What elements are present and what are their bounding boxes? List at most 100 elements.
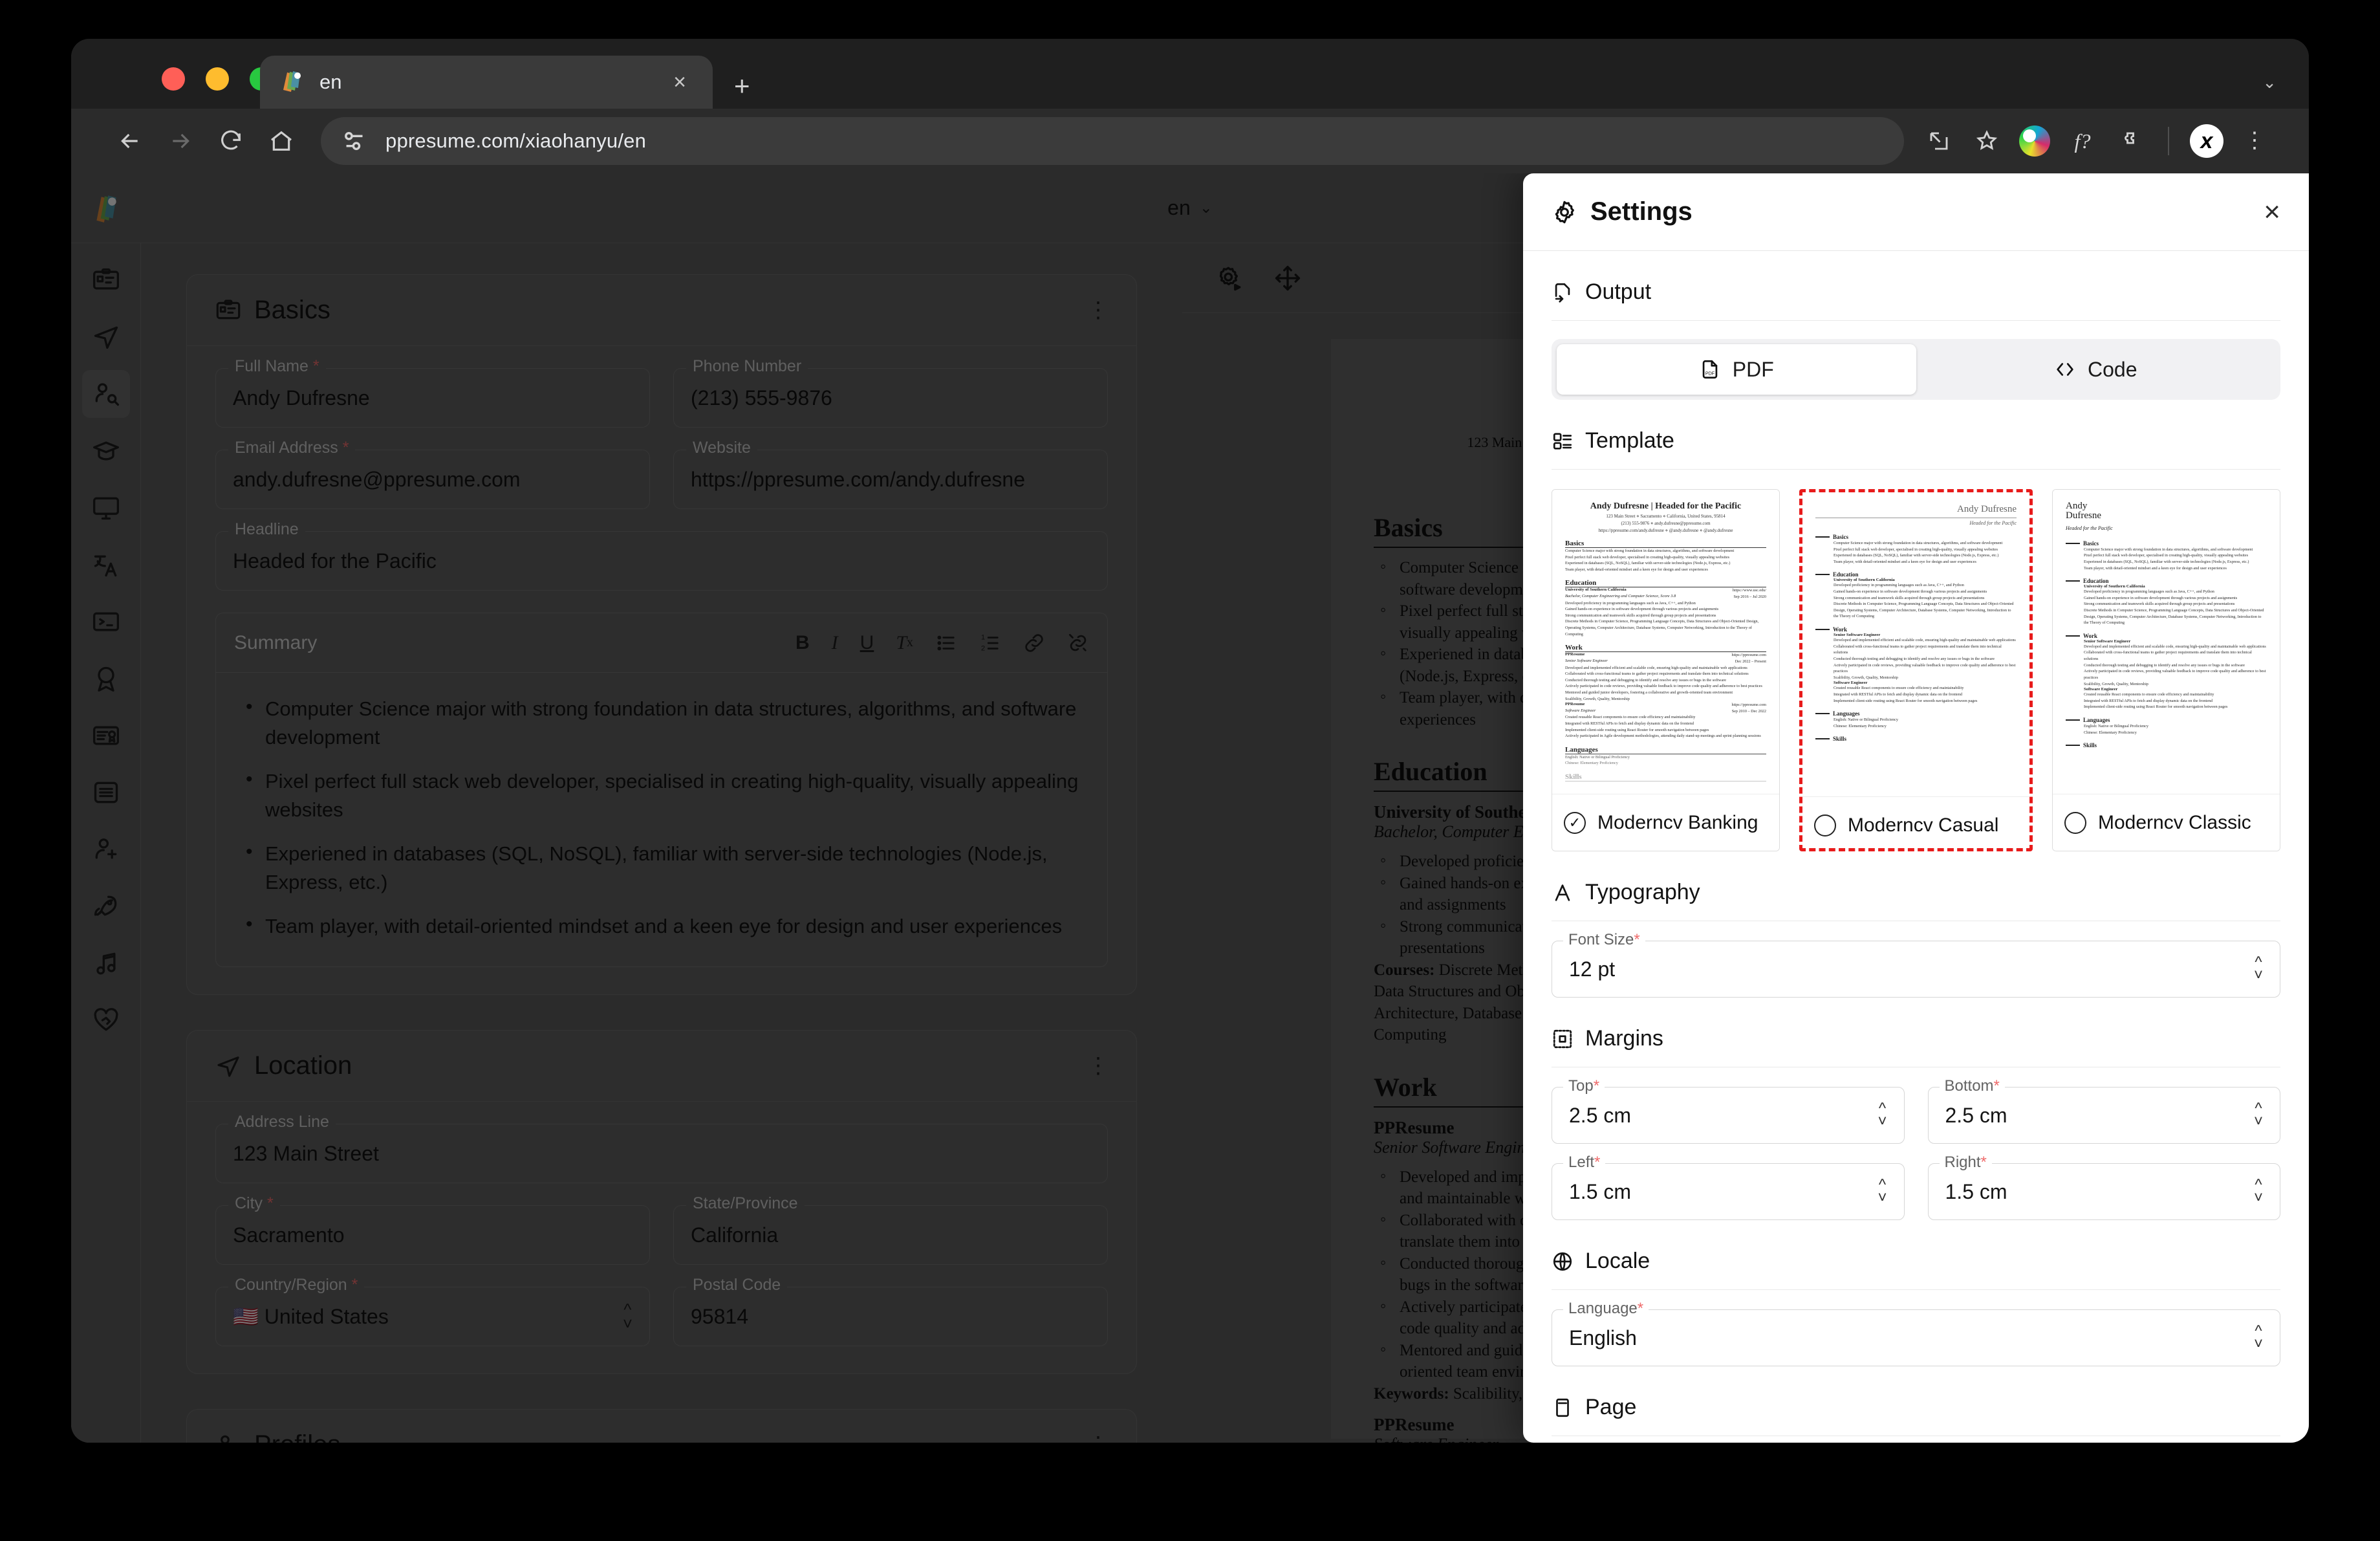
fx-extension-icon[interactable]: f? — [2062, 120, 2103, 162]
thumb-section: Education — [1833, 571, 1859, 578]
thumb-section: Basics — [1565, 540, 1766, 548]
window-controls[interactable] — [162, 67, 273, 91]
stepper-icon[interactable]: ^˅ — [1877, 1100, 1887, 1130]
globe-icon — [1553, 1252, 1572, 1271]
reload-icon[interactable] — [206, 116, 256, 166]
template-card-banking[interactable]: Andy Dufresne | Headed for the Pacific 1… — [1552, 489, 1780, 851]
new-tab-button[interactable]: + — [734, 72, 750, 100]
stepper-icon[interactable]: ^˅ — [1877, 1177, 1887, 1206]
font-size-select[interactable]: 12 pt ^ ˅ Font Size* — [1552, 931, 2280, 998]
output-option-code[interactable]: Code — [1916, 344, 2276, 395]
thumb-contact3: https://ppresume.com/andy.dufresne ⋄ @an… — [1598, 528, 1733, 533]
thumb-text: Team player, with detail-oriented mindse… — [2084, 565, 2227, 571]
thumb-text: Computer Science major with strong found… — [2084, 547, 2253, 552]
margin-right-field[interactable]: 1.5 cm ^ ˅ Right* — [1927, 1153, 2280, 1220]
bookmark-star-icon[interactable] — [1966, 120, 2007, 162]
template-radio-classic[interactable] — [2064, 811, 2086, 834]
stepper-icon[interactable]: ^˅ — [2254, 1100, 2263, 1130]
margin-top-field[interactable]: 2.5 cm ^ ˅ Top* — [1552, 1077, 1905, 1144]
share-icon[interactable] — [1918, 120, 1960, 162]
margin-bottom-field[interactable]: 2.5 cm ^ ˅ Bottom* — [1927, 1077, 2280, 1144]
margin-top-label: Top* — [1563, 1077, 1605, 1095]
layout-template-icon — [1553, 432, 1572, 450]
template-section-title: Template — [1585, 428, 1674, 453]
web-app: en ⌄ — [71, 173, 2309, 1443]
thumb-text: Integrated with RESTful APIs to fetch an… — [1834, 692, 1962, 697]
margin-right-label: Right* — [1939, 1153, 1992, 1172]
template-footer-classic: Moderncv Classic — [2053, 794, 2280, 851]
language-label: Language* — [1563, 1300, 1649, 1318]
thumb-text: Implemented client-side routing using Re… — [1565, 727, 1709, 732]
thumb-url: https://www.usc.edu/ — [1732, 588, 1766, 593]
thumb-org: University of Southern California — [1834, 578, 1895, 583]
output-segmented-control: PDF PDF Code — [1552, 339, 2280, 400]
margin-left-field[interactable]: 1.5 cm ^ ˅ Left* — [1552, 1153, 1905, 1220]
thumb-url: https://ppresume.com — [1731, 653, 1766, 658]
template-label-classic: Moderncv Classic — [2098, 811, 2251, 833]
tab-list-chevron-icon[interactable]: ⌄ — [2262, 72, 2277, 93]
code-brackets-icon — [2057, 363, 2073, 376]
thumb-org: University of Southern California — [2084, 584, 2145, 589]
color-picker-extension-icon[interactable] — [2014, 120, 2055, 162]
address-bar[interactable]: ppresume.com/xiaohanyu/en — [321, 117, 1904, 165]
margin-bottom-label: Bottom* — [1939, 1077, 2005, 1095]
margin-left-label: Left* — [1563, 1153, 1606, 1172]
thumb-text: Developed proficiency in programming lan… — [1565, 600, 1696, 606]
thumb-name2: Dufresne — [2066, 510, 2101, 521]
thumb-contact: 123 Main Street ⋄ Sacramento ⋄ Californi… — [1606, 514, 1726, 519]
thumb-role: Software Engineer — [2084, 687, 2118, 692]
thumb-lang: Chinese: Elementary Proficiency — [1834, 723, 1887, 728]
thumb-text: Experiened in databases (SQL, NoSQL), fa… — [1565, 561, 1731, 566]
tab-strip: en × + ⌄ — [71, 39, 2309, 109]
template-label-casual: Moderncv Casual — [1848, 814, 1999, 836]
thumb-text: Gained hands-on experience in software d… — [1565, 607, 1719, 612]
url-text: ppresume.com/xiaohanyu/en — [385, 129, 647, 152]
close-icon[interactable]: × — [2264, 197, 2280, 226]
extensions-puzzle-icon[interactable] — [2110, 120, 2151, 162]
output-option-pdf[interactable]: PDF PDF — [1557, 344, 1916, 395]
forward-arrow-icon[interactable] — [155, 116, 206, 166]
stepper-icon[interactable]: ^˅ — [2254, 954, 2263, 983]
template-radio-banking[interactable] — [1564, 811, 1586, 834]
browser-tab[interactable]: en × — [260, 56, 713, 109]
thumb-url: https://ppresume.com — [1731, 703, 1766, 708]
template-card-classic[interactable]: Andy Dufresne Headed for the Pacific Bas… — [2052, 489, 2280, 851]
thumb-headline: Headed for the Pacific — [2066, 525, 2113, 531]
thumb-org: PPResume — [1565, 652, 1585, 657]
close-window-button[interactable] — [162, 67, 185, 91]
thumb-lang: English: Native or Bilingual Proficiency — [1565, 754, 1630, 760]
minimize-window-button[interactable] — [206, 67, 229, 91]
thumb-section: Work — [2083, 632, 2098, 639]
stepper-icon[interactable]: ^˅ — [2254, 1323, 2263, 1352]
typography-section-title: Typography — [1585, 880, 1700, 904]
profile-avatar-icon[interactable]: x — [2186, 120, 2227, 162]
typography-section-header: Typography — [1552, 880, 2280, 905]
template-radio-casual[interactable] — [1814, 814, 1836, 836]
tab-title: en — [319, 71, 342, 93]
template-card-casual[interactable]: Andy Dufresne Headed for the Pacific Bas… — [1799, 489, 2033, 851]
close-tab-button[interactable]: × — [665, 70, 695, 95]
margins-section-header: Margins — [1552, 1026, 2280, 1051]
thumb-text: Actively participated in code reviews, p… — [1565, 684, 1762, 689]
thumb-text: Conducted thorough testing and debugging… — [1834, 656, 1995, 661]
thumb-text: Strong communication and teamwork skills… — [1834, 595, 1985, 600]
divider — [1552, 320, 2280, 321]
thumb-contact2: (213) 555-9876 ⋄ andy.dufresne@ppresume.… — [1621, 521, 1711, 526]
thumb-text: Gained hands-on experience in software d… — [2084, 595, 2238, 600]
thumb-text: Conducted thorough testing and debugging… — [2084, 662, 2245, 668]
favicon-icon — [278, 69, 305, 96]
letter-a-icon — [1555, 884, 1570, 901]
back-arrow-icon[interactable] — [105, 116, 155, 166]
home-icon[interactable] — [256, 116, 307, 166]
thumb-org: University of Southern California — [1565, 587, 1627, 593]
site-info-icon[interactable] — [340, 126, 370, 156]
thumb-text: Created reusable React components to ens… — [1834, 686, 1964, 691]
browser-window: en × + ⌄ ppresume.com/xiaohanyu/en f? x … — [71, 39, 2309, 1443]
locale-section-title: Locale — [1585, 1249, 1650, 1273]
template-label-banking: Moderncv Banking — [1597, 811, 1758, 833]
stepper-icon[interactable]: ^˅ — [2254, 1177, 2263, 1206]
thumb-text: Developed and implemented efficient and … — [2084, 644, 2266, 649]
chrome-menu-icon[interactable]: ⋮ — [2234, 120, 2275, 162]
thumb-role: Bachelor, Computer Engineering and Compu… — [1565, 594, 1676, 599]
language-select[interactable]: English ^ ˅ Language* — [1552, 1300, 2280, 1366]
